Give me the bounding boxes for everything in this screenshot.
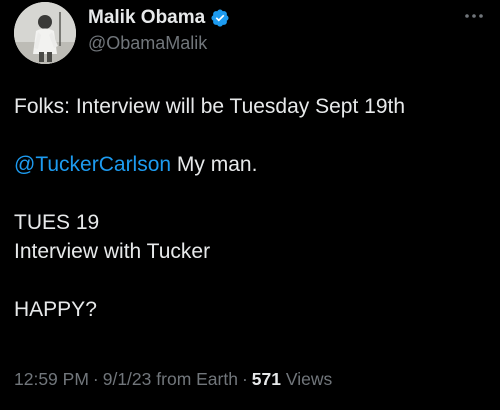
- mention-link[interactable]: @TuckerCarlson: [14, 153, 171, 176]
- tweet-line-4: Interview with Tucker: [14, 240, 211, 263]
- separator-dot: ·: [92, 369, 99, 389]
- tweet-line-2-text: My man.: [171, 153, 258, 176]
- tweet-text: Folks: Interview will be Tuesday Sept 19…: [14, 92, 486, 324]
- tweet-header: Malik Obama @ObamaMalik: [14, 2, 486, 64]
- views-label[interactable]: Views: [281, 369, 332, 389]
- more-options-icon[interactable]: [462, 6, 486, 26]
- views-count[interactable]: 571: [252, 369, 281, 389]
- tweet-line-5: HAPPY?: [14, 298, 97, 321]
- separator-dot-2: ·: [241, 369, 248, 389]
- tweet-metadata: 12:59 PM · 9/1/23 from Earth · 571 Views: [14, 369, 332, 390]
- avatar[interactable]: [14, 2, 76, 64]
- author-display-name[interactable]: Malik Obama: [88, 7, 205, 29]
- name-row: Malik Obama: [88, 6, 230, 30]
- tweet-source: from Earth: [156, 369, 238, 389]
- verified-badge-icon[interactable]: [210, 8, 230, 28]
- tweet-line-2: @TuckerCarlson My man.: [14, 150, 486, 179]
- author-handle[interactable]: @ObamaMalik: [88, 33, 230, 54]
- tweet-line-1: Folks: Interview will be Tuesday Sept 19…: [14, 95, 406, 118]
- tweet-time[interactable]: 12:59 PM: [14, 369, 89, 389]
- author-info: Malik Obama @ObamaMalik: [88, 6, 230, 54]
- tweet-date[interactable]: 9/1/23: [103, 369, 152, 389]
- avatar-image: [14, 2, 76, 64]
- tweet-line-3: TUES 19: [14, 211, 100, 234]
